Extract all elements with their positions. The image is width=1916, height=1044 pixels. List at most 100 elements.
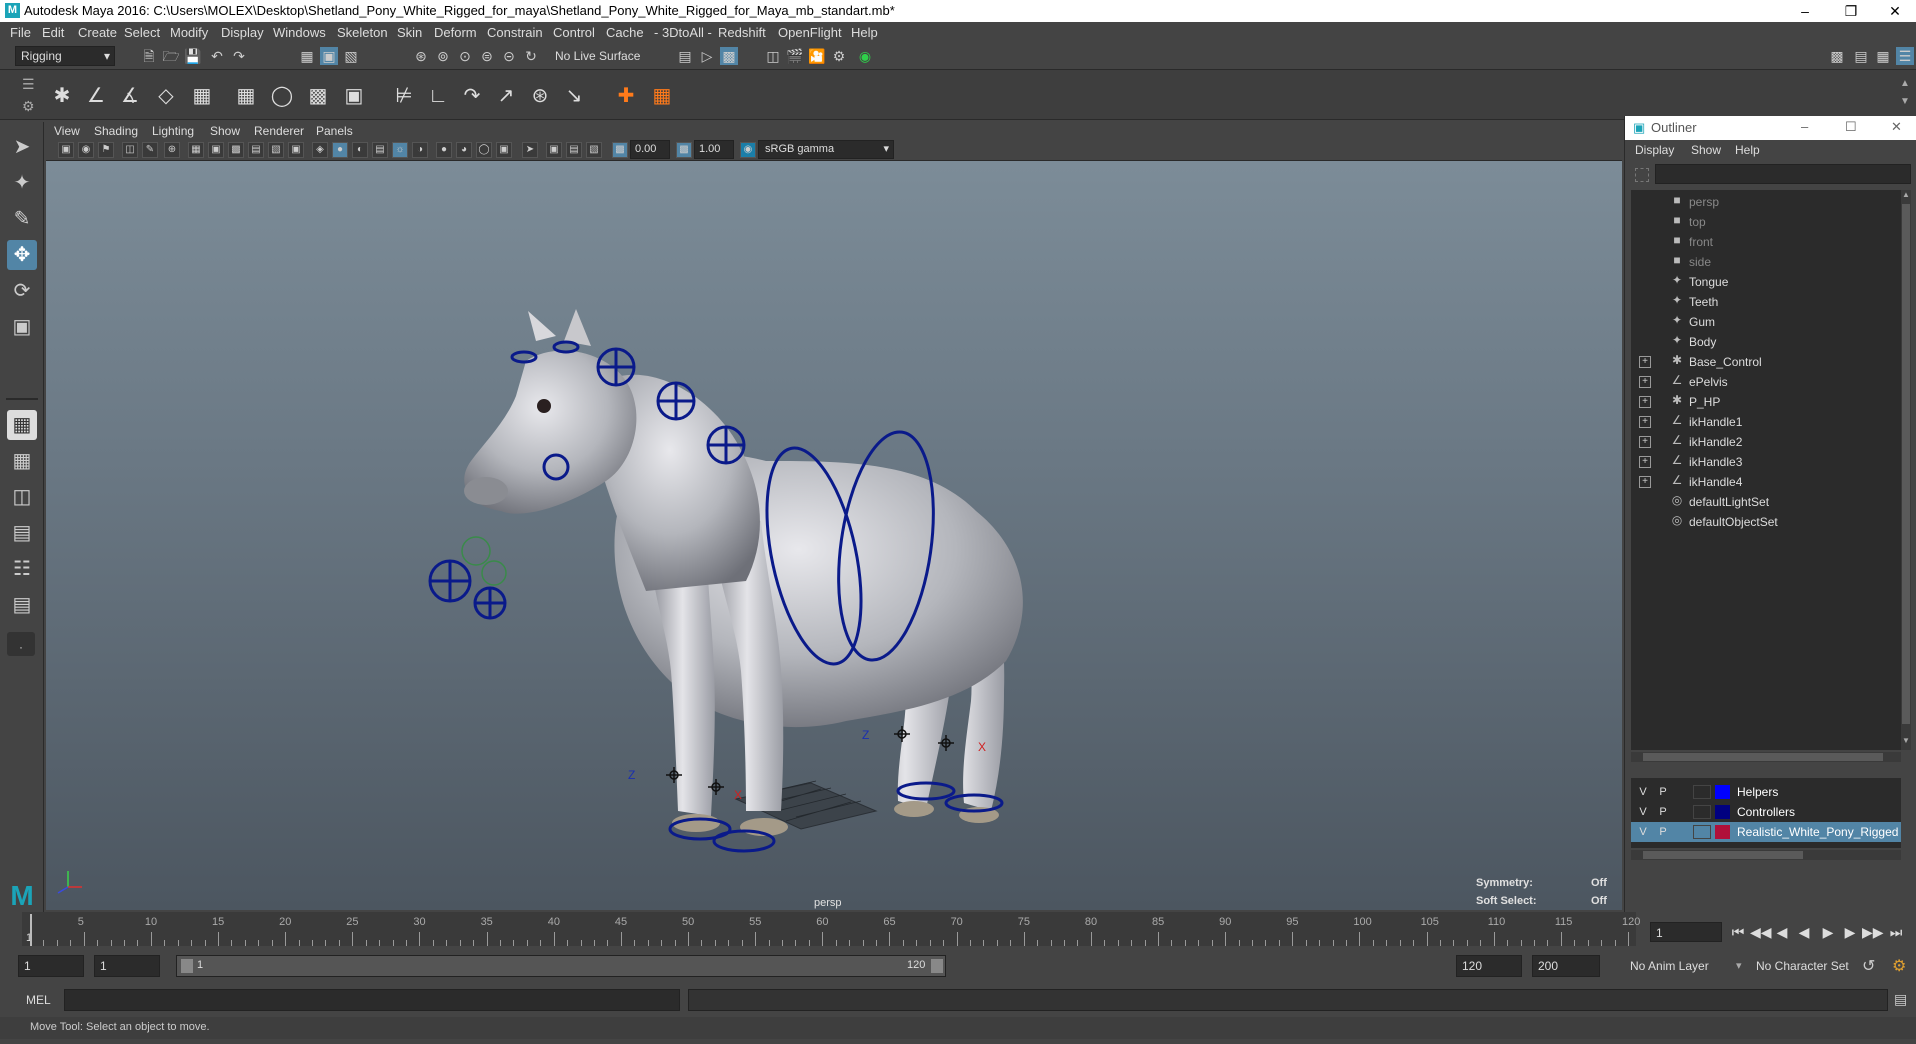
menu-edit[interactable]: Edit [42, 25, 64, 40]
grease-pencil-icon[interactable]: ✎ [142, 142, 158, 158]
play-backwards-icon[interactable]: ◀ [1794, 922, 1814, 942]
current-time-indicator[interactable] [30, 914, 32, 946]
step-forward-frame-icon[interactable]: ▶ [1840, 922, 1860, 942]
layer-display-type-toggle[interactable] [1693, 805, 1711, 819]
outliner-filter-icon[interactable] [1635, 168, 1649, 182]
construction-history-icon[interactable]: ▤ [676, 47, 694, 65]
menu-skin[interactable]: Skin [397, 25, 422, 40]
paint-weights-icon[interactable]: ▣ [340, 82, 368, 110]
outliner-item-p-hp[interactable]: + ✱ P_HP [1631, 392, 1901, 412]
single-pane-icon[interactable]: ▦ [7, 410, 37, 440]
shadows-icon[interactable]: ◑ [412, 142, 428, 158]
menu-redshift[interactable]: Redshift [718, 25, 766, 40]
expand-icon[interactable]: + [1639, 376, 1651, 388]
current-frame-field[interactable]: 1 [1650, 922, 1722, 942]
character-set-dropdown[interactable]: No Character Set [1756, 959, 1849, 973]
gamma-field[interactable]: 1.00 [694, 140, 734, 159]
outliner-persp-icon[interactable]: ☷ [7, 554, 37, 584]
step-back-key-icon[interactable]: ◀◀ [1750, 922, 1772, 942]
menu-control[interactable]: Control [553, 25, 595, 40]
grid-icon[interactable]: ▦ [188, 142, 204, 158]
modeling-toolkit-icon[interactable]: ▩ [1828, 47, 1846, 65]
playback-end-field[interactable]: 120 [1456, 955, 1522, 977]
panel-menu-view[interactable]: View [54, 124, 80, 138]
panel-menu-panels[interactable]: Panels [316, 124, 353, 138]
menu-deform[interactable]: Deform [434, 25, 477, 40]
shelf-menu-icon[interactable]: ☰ [22, 76, 35, 93]
range-end-handle[interactable] [931, 959, 943, 973]
anim-layer-dropdown[interactable]: No Anim Layer [1630, 959, 1709, 973]
menu-skeleton[interactable]: Skeleton [337, 25, 388, 40]
layer-hscrollbar[interactable] [1631, 850, 1901, 860]
bind-skin-icon[interactable]: ▦ [232, 82, 260, 110]
output-ops-icon[interactable]: ▩ [720, 47, 738, 65]
ipr-render-icon[interactable]: 🎦 [808, 47, 826, 65]
auto-key-icon[interactable]: ↺ [1862, 956, 1875, 976]
snap-together-icon[interactable]: ↻ [522, 47, 540, 65]
expand-icon[interactable]: + [1639, 436, 1651, 448]
animation-start-field[interactable]: 1 [18, 955, 84, 977]
outliner-maximize-button[interactable]: ☐ [1845, 119, 1857, 135]
menu-cache[interactable]: Cache [606, 25, 644, 40]
layer-playback-toggle[interactable]: P [1655, 784, 1671, 800]
layer-display-type-toggle[interactable] [1693, 825, 1711, 839]
outliner-menu-show[interactable]: Show [1691, 143, 1721, 157]
restore-button[interactable]: ❐ [1828, 0, 1874, 22]
live-surface-label[interactable]: No Live Surface [555, 49, 640, 63]
outliner-minimize-button[interactable]: – [1801, 119, 1808, 134]
motion-blur-icon[interactable]: ◕ [456, 142, 472, 158]
layer-visibility-toggle[interactable]: V [1635, 824, 1651, 840]
point-constraint-icon[interactable]: ⊭ [390, 82, 418, 110]
script-editor-icon[interactable]: ▤ [1894, 991, 1907, 1008]
camera-attributes-icon[interactable]: ◉ [78, 142, 94, 158]
layer-row-controllers[interactable]: V P Controllers [1631, 802, 1901, 822]
panel-menu-show[interactable]: Show [210, 124, 240, 138]
screen-space-ao-icon[interactable]: ● [436, 142, 452, 158]
scroll-down-icon[interactable]: ▼ [1901, 736, 1911, 745]
outliner-item-teeth[interactable]: ✦ Teeth [1631, 292, 1901, 312]
menu-select[interactable]: Select [124, 25, 160, 40]
menu-openflight[interactable]: OpenFlight [778, 25, 842, 40]
layer-hscroll-thumb[interactable] [1643, 851, 1803, 859]
expand-icon[interactable]: + [1639, 356, 1651, 368]
outliner-item-tongue[interactable]: ✦ Tongue [1631, 272, 1901, 292]
go-to-end-icon[interactable]: ⏭ [1886, 922, 1906, 942]
render-current-icon[interactable]: 🎬 [786, 47, 804, 65]
xray-components-icon[interactable]: ▧ [586, 142, 602, 158]
hypershade-icon[interactable]: ◉ [856, 47, 874, 65]
menu-create[interactable]: Create [78, 25, 117, 40]
minimize-button[interactable]: – [1782, 0, 1828, 22]
pole-vector-icon[interactable]: ↘ [560, 82, 588, 110]
gate-mask-icon[interactable]: ▤ [248, 142, 264, 158]
outliner-scroll-thumb[interactable] [1902, 204, 1910, 724]
mirror-joint-icon[interactable]: ◇ [152, 82, 180, 110]
bookmark-icon[interactable]: ⚑ [98, 142, 114, 158]
depth-of-field-icon[interactable]: ▣ [496, 142, 512, 158]
outliner-hscroll-thumb[interactable] [1643, 753, 1883, 761]
xray-joints-icon[interactable]: ▤ [566, 142, 582, 158]
cluster-icon[interactable]: ▦ [648, 82, 676, 110]
outliner-search-input[interactable] [1655, 164, 1911, 184]
attribute-editor-icon[interactable]: ▤ [1852, 47, 1870, 65]
undo-icon[interactable]: ↶ [208, 47, 226, 65]
outliner-item-base-control[interactable]: + ✱ Base_Control [1631, 352, 1901, 372]
isolate-select-icon[interactable]: ➤ [522, 142, 538, 158]
panel-menu-lighting[interactable]: Lighting [152, 124, 194, 138]
xray-icon[interactable]: ▣ [546, 142, 562, 158]
paint-select-icon[interactable]: ✎ [7, 204, 37, 234]
four-pane-icon[interactable]: ▦ [7, 446, 37, 476]
scale-tool-icon[interactable]: ▣ [7, 312, 37, 342]
select-camera-icon[interactable]: ▣ [58, 142, 74, 158]
panel-menu-shading[interactable]: Shading [94, 124, 138, 138]
use-all-lights-icon[interactable]: ☼ [392, 142, 408, 158]
open-scene-icon[interactable]: 🗁 [162, 47, 180, 65]
exposure-toggle-icon[interactable]: ▩ [612, 142, 628, 158]
range-slider-bar[interactable]: 1 120 [176, 955, 946, 977]
two-pane-side-icon[interactable]: ◫ [7, 482, 37, 512]
outliner-menu-help[interactable]: Help [1735, 143, 1760, 157]
outliner-vscrollbar[interactable]: ▲ ▼ [1901, 190, 1911, 750]
redo-icon[interactable]: ↷ [230, 47, 248, 65]
snap-surface-icon[interactable]: ⊝ [500, 47, 518, 65]
layer-playback-toggle[interactable]: P [1655, 824, 1671, 840]
parent-constraint-icon[interactable]: ⊛ [526, 82, 554, 110]
